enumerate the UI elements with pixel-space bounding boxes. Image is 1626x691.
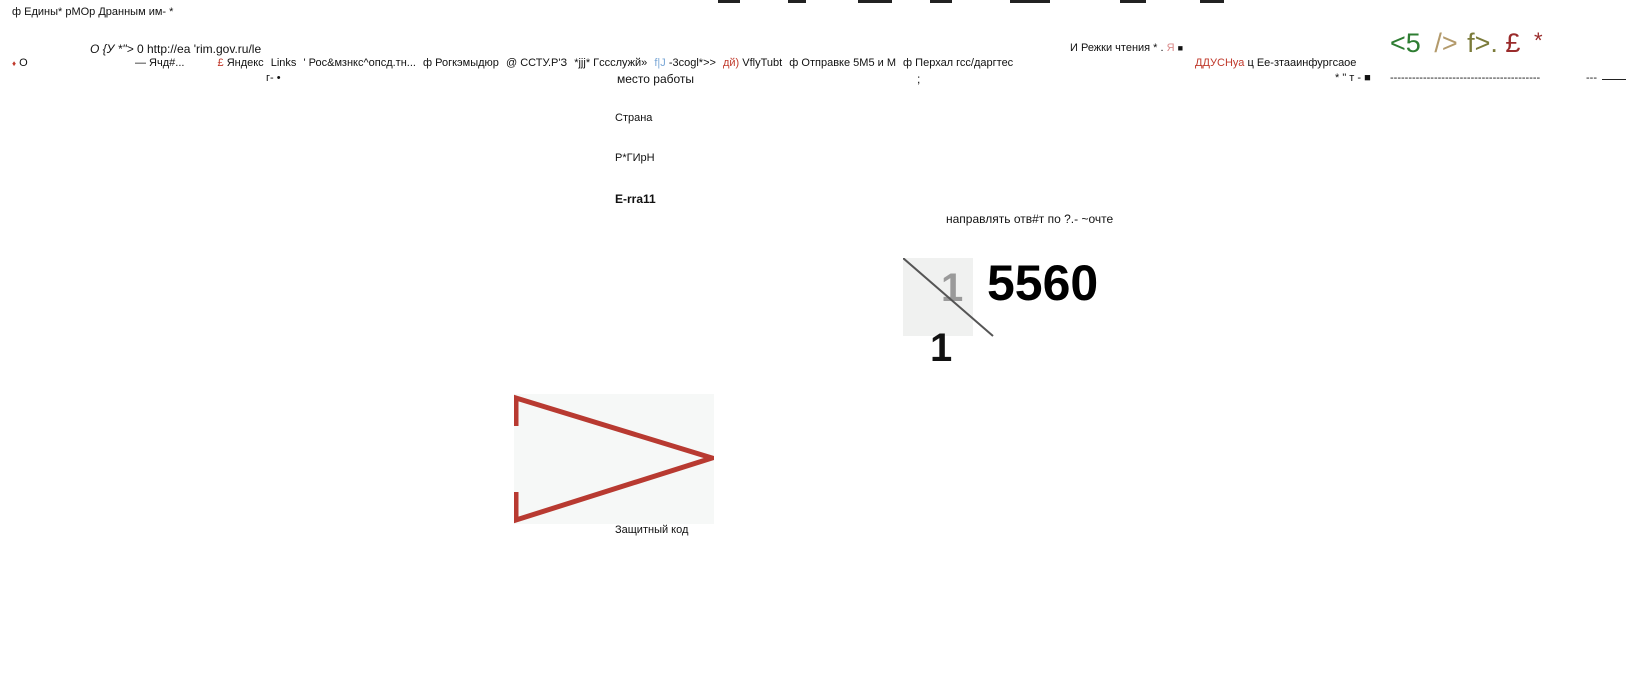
bookmark-icon: f|J [654,57,666,69]
bookmark-item[interactable]: Ее-зтааинфургсаое [1257,57,1357,69]
bookmarks-bar: ♦ О [12,57,28,69]
refresh-icon[interactable]: <5 [1390,28,1421,58]
bookmark-item[interactable]: *jjj* Гссслужй» [574,57,647,69]
bookmark-item[interactable]: ф Перхал гсс/даргтес [903,57,1013,69]
address-prefix: О {У *"> [90,42,134,56]
bookmarks-lead-icon: ♦ [12,59,17,68]
reply-by-mail-option[interactable]: направлять отв#т по ?.- ~очте [946,212,1113,226]
yandex-icon: £ [217,57,224,69]
captcha-code: 5560 [987,255,1099,311]
globe-icon: ф [423,57,433,69]
reader-mode-marker: Я [1166,42,1175,54]
currency-icon[interactable]: £ [1505,28,1520,58]
captcha-audio-play-button[interactable] [513,394,721,524]
bookmark-item-yandex[interactable]: £ Яндекс [218,57,264,69]
extension-icon[interactable]: f>. [1467,28,1498,58]
bookmarks-right: ДДУСНуа ц Ее-зтааинфургсаое [1195,57,1356,69]
address-url[interactable]: http://ea 'rim.gov.ru/le [147,42,261,56]
window-top-strip [0,0,1626,3]
bookmark-item-youtube[interactable]: дй) VflyTubt [723,57,782,69]
bookmark-item[interactable]: ' Рос&мзнкс^опсд.тн... [304,57,416,69]
address-zero: 0 [136,42,144,56]
reader-mode-button[interactable]: И Режки чтения * . Я ■ [1070,42,1183,54]
bookmark-item[interactable]: f|J -3cogl*>> [654,57,716,69]
star-icon[interactable]: * [1534,28,1543,53]
address-bar[interactable]: О {У *"> 0 http://ea 'rim.gov.ru/le [90,42,261,56]
captcha-label: Защитный код [615,524,689,536]
semicolon-text: ; [917,72,921,86]
subbar-tail-dashes: --- [1586,72,1597,84]
globe-icon: ф [903,57,913,69]
subbar-right-fragment: * " т - ■ [1335,72,1371,84]
email-label: E-rra11 [615,192,656,206]
workplace-label: место работы [617,72,695,86]
bookmark-item[interactable]: ф Отправке 5М5 и М [789,57,896,69]
subbar-dashes: ----------------------------------------… [1390,72,1541,84]
at-icon: @ [506,57,518,69]
youtube-icon: дй) [722,57,740,69]
code-icon[interactable]: /> [1434,28,1457,58]
divider [1602,79,1626,80]
reader-mode-square-icon: ■ [1177,43,1184,53]
bookmark-item[interactable]: — Ячд#... [135,57,184,69]
bookmark-item[interactable]: ДДУСНуа [1195,57,1244,69]
captcha-code-second-line: 1 [930,326,953,370]
folder-icon: ц [1247,57,1254,69]
globe-icon: ф [789,57,799,69]
browser-toolbar-icons: <5 /> f>. £ * [1390,28,1543,59]
bookmarks-lead-label[interactable]: О [19,57,28,69]
play-icon [513,394,721,524]
bookmark-item[interactable]: @ ССТУ.Р'З [506,57,567,69]
window-title: ф Едины* рМОр Дранным им- * [12,6,174,18]
subbar-left-fragment: г- • [266,72,281,84]
reader-mode-label: И Режки чтения * . [1070,42,1164,54]
bookmark-item[interactable]: ф Рогкэмыдюр [423,57,499,69]
bookmarks-list: — Ячд#... £ Яндекс Links ' Рос&мзнкс^опс… [135,57,1017,69]
bookmark-item-links[interactable]: Links [271,57,297,69]
region-label: Р*ГИрН [615,152,655,164]
country-label: Страна [615,112,653,124]
